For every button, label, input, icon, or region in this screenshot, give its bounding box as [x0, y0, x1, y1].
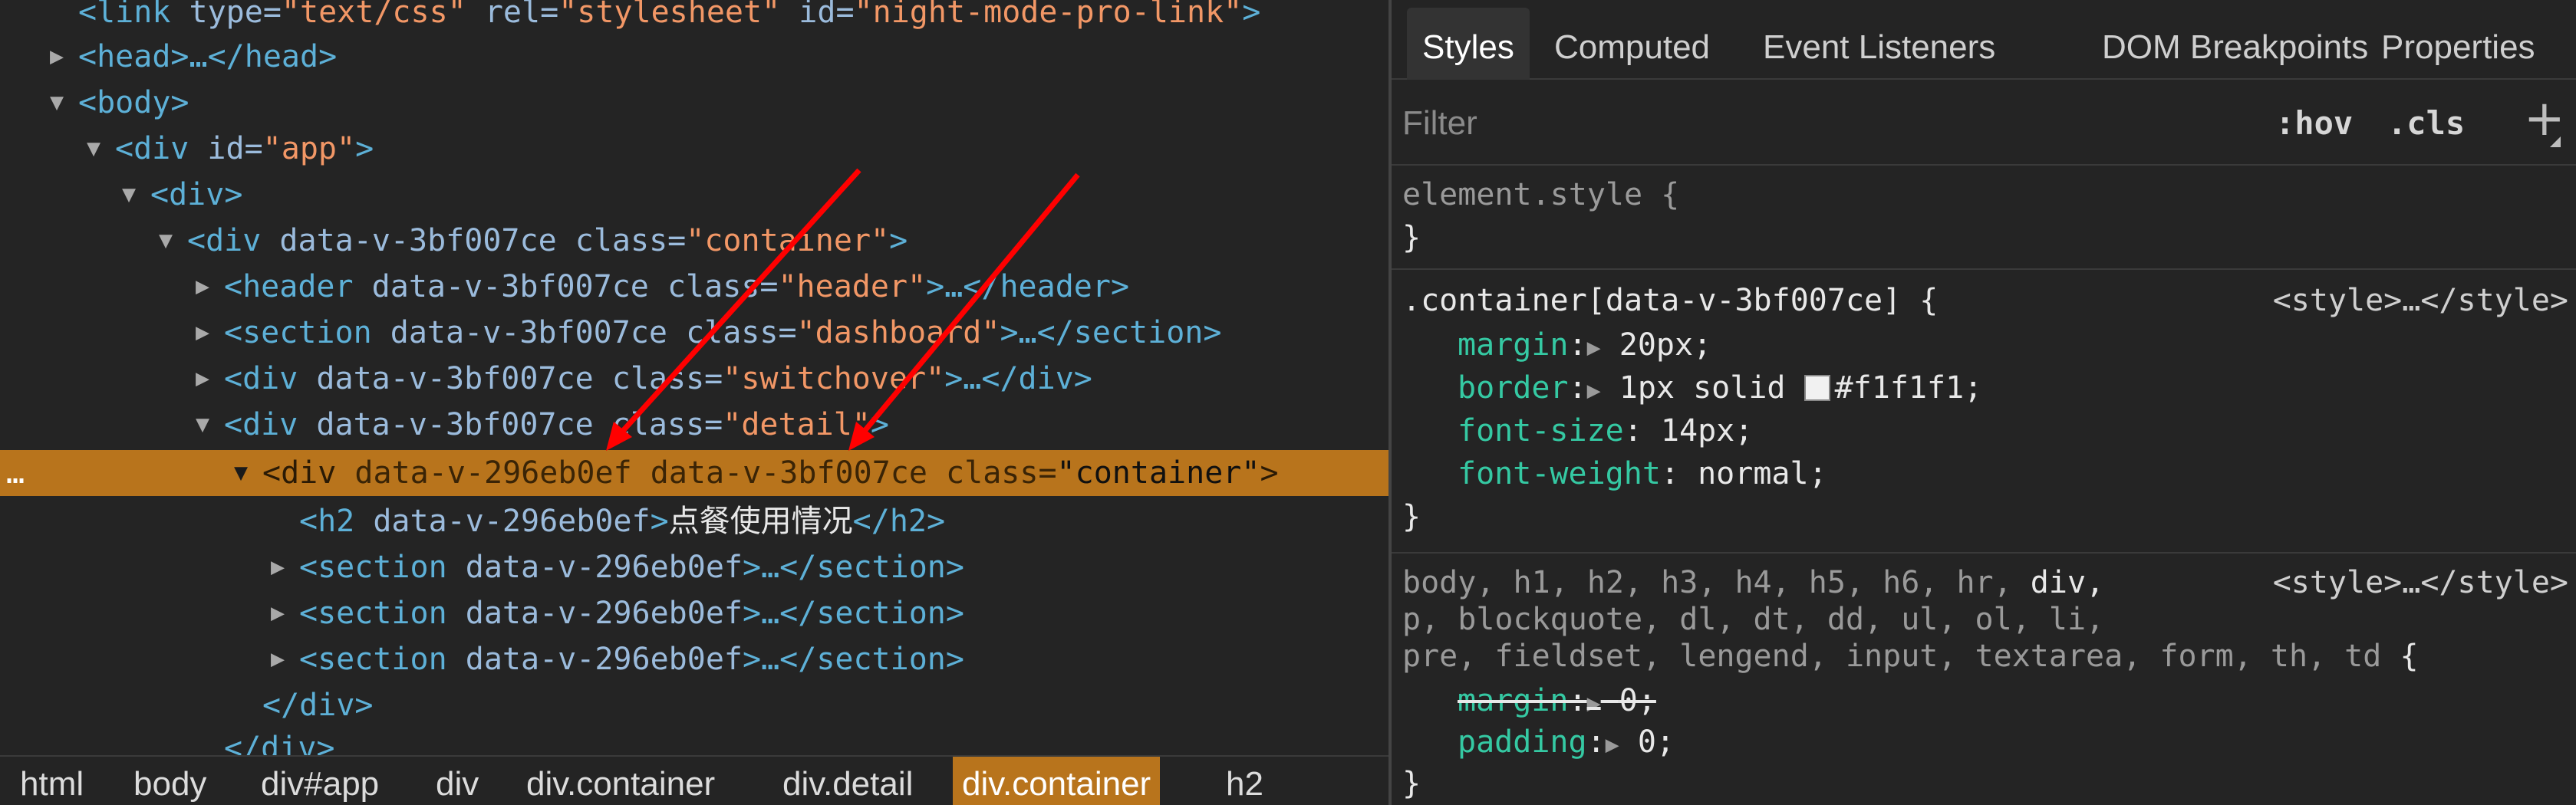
collapse-triangle-icon[interactable]: ▼ [189, 402, 216, 448]
style-property-font-size[interactable]: font-size: 14px; [1402, 409, 1753, 452]
hov-toggle-button[interactable]: :hov [2275, 97, 2353, 150]
breadcrumb-item-div[interactable]: div [427, 757, 488, 805]
dom-line-link[interactable]: <link type="text/css" rel="stylesheet" i… [0, 0, 1388, 35]
style-rule-reset: body, h1, h2, h3, h4, h5, h6, hr, div, <… [1392, 554, 2576, 805]
breadcrumb-item-div-detail[interactable]: div.detail [773, 757, 922, 805]
expand-triangle-icon[interactable]: ▶ [1587, 690, 1601, 717]
tab-event-listeners[interactable]: Event Listeners [1748, 8, 2011, 80]
cls-toggle-button[interactable]: .cls [2387, 97, 2465, 150]
expand-triangle-icon[interactable]: ▶ [189, 356, 216, 402]
styles-panel: Styles Computed Event Listeners DOM Brea… [1392, 0, 2576, 805]
dom-line-h2[interactable]: <h2 data-v-296eb0ef>点餐使用情况</h2> [0, 498, 1388, 544]
dom-line-section[interactable]: ▶ <section data-v-296eb0ef>…</section> [0, 590, 1388, 636]
rule-source-link[interactable]: <style>…</style> [2273, 561, 2568, 604]
dom-line-body[interactable]: ▼ <body> [0, 80, 1388, 126]
dom-line-head[interactable]: ▶ <head>…</head> [0, 34, 1388, 80]
style-rule-element: element.style { } [1392, 167, 2576, 270]
breadcrumb-item-body[interactable]: body [124, 757, 216, 805]
style-property-border[interactable]: border:▶ 1px solid #f1f1f1; [1402, 366, 1982, 409]
rule-source-link[interactable]: <style>…</style> [2273, 279, 2568, 322]
tab-styles[interactable]: Styles [1407, 8, 1530, 80]
rule-selector-line: pre, fieldset, lengend, input, textarea,… [1402, 639, 2419, 674]
dom-line-div[interactable]: ▼ <div> [0, 172, 1388, 218]
expand-triangle-icon[interactable]: ▶ [264, 636, 292, 682]
rule-selector[interactable]: .container[data-v-3bf007ce] { [1402, 279, 1938, 322]
dom-line-selected-div-container[interactable]: … ▼ <div data-v-296eb0ef data-v-3bf007ce… [0, 450, 1388, 496]
rule-close-brace: } [1402, 220, 1421, 255]
collapse-triangle-icon[interactable]: ▼ [43, 80, 71, 126]
breadcrumb-item-div-app[interactable]: div#app [252, 757, 388, 805]
expand-triangle-icon[interactable]: ▶ [1587, 334, 1601, 361]
style-property-padding[interactable]: padding:▶ 0; [1402, 721, 1675, 764]
style-property-margin-overridden[interactable]: margin:▶ 0; [1402, 679, 1656, 722]
style-property-margin[interactable]: margin:▶ 20px; [1402, 324, 1711, 366]
breadcrumb-item-html[interactable]: html [11, 757, 93, 805]
dom-line-div-detail[interactable]: ▼ <div data-v-3bf007ce class="detail"> [0, 402, 1388, 448]
dom-line-div-switchover[interactable]: ▶ <div data-v-3bf007ce class="switchover… [0, 356, 1388, 402]
sidebar-tabs: Styles Computed Event Listeners DOM Brea… [1392, 0, 2576, 80]
collapse-triangle-icon[interactable]: ▼ [227, 450, 255, 496]
dom-line-section[interactable]: ▶ <section data-v-296eb0ef>…</section> [0, 544, 1388, 590]
styles-filter-input[interactable] [1402, 98, 2093, 149]
dom-line-section-dashboard[interactable]: ▶ <section data-v-3bf007ce class="dashbo… [0, 310, 1388, 356]
expand-triangle-icon[interactable]: ▶ [1606, 731, 1619, 758]
dom-line-section[interactable]: ▶ <section data-v-296eb0ef>…</section> [0, 636, 1388, 682]
expand-triangle-icon[interactable]: ▶ [264, 590, 292, 636]
rule-close-brace: } [1402, 499, 1421, 534]
dom-line-div-app[interactable]: ▼ <div id="app"> [0, 126, 1388, 172]
collapse-triangle-icon[interactable]: ▼ [152, 218, 180, 264]
tab-computed[interactable]: Computed [1539, 8, 1725, 80]
plus-menu-corner-icon [2550, 136, 2561, 147]
breadcrumb-item-h2[interactable]: h2 [1217, 757, 1273, 805]
expand-triangle-icon[interactable]: ▶ [189, 264, 216, 310]
tab-properties[interactable]: Properties [2366, 8, 2551, 80]
elements-panel: <link type="text/css" rel="stylesheet" i… [0, 0, 1388, 805]
style-property-font-weight[interactable]: font-weight: normal; [1402, 452, 1827, 495]
dom-line-div-container[interactable]: ▼ <div data-v-3bf007ce class="container"… [0, 218, 1388, 264]
expand-triangle-icon[interactable]: ▶ [264, 544, 292, 590]
expand-triangle-icon[interactable]: ▶ [1587, 377, 1601, 404]
rule-close-brace: } [1402, 766, 1421, 801]
breadcrumb-item-div-container[interactable]: div.container [517, 757, 724, 805]
dom-line-div-close[interactable]: </div> [0, 682, 1388, 728]
style-rule-container: .container[data-v-3bf007ce] { <style>…</… [1392, 270, 2576, 554]
tab-dom-breakpoints[interactable]: DOM Breakpoints [2087, 8, 2383, 80]
selected-node-marker[interactable]: … [6, 450, 25, 496]
collapse-triangle-icon[interactable]: ▼ [80, 126, 107, 172]
color-swatch[interactable] [1804, 375, 1830, 401]
dom-line-header[interactable]: ▶ <header data-v-3bf007ce class="header"… [0, 264, 1388, 310]
expand-triangle-icon[interactable]: ▶ [43, 34, 71, 80]
expand-triangle-icon[interactable]: ▶ [189, 310, 216, 356]
rule-selector[interactable]: element.style { [1402, 173, 1679, 216]
collapse-triangle-icon[interactable]: ▼ [115, 172, 143, 218]
breadcrumb-item-div-container-active[interactable]: div.container [953, 757, 1161, 805]
breadcrumb: html body div#app div div.container div.… [0, 755, 1388, 805]
styles-filter-bar: :hov .cls + [1392, 81, 2576, 166]
